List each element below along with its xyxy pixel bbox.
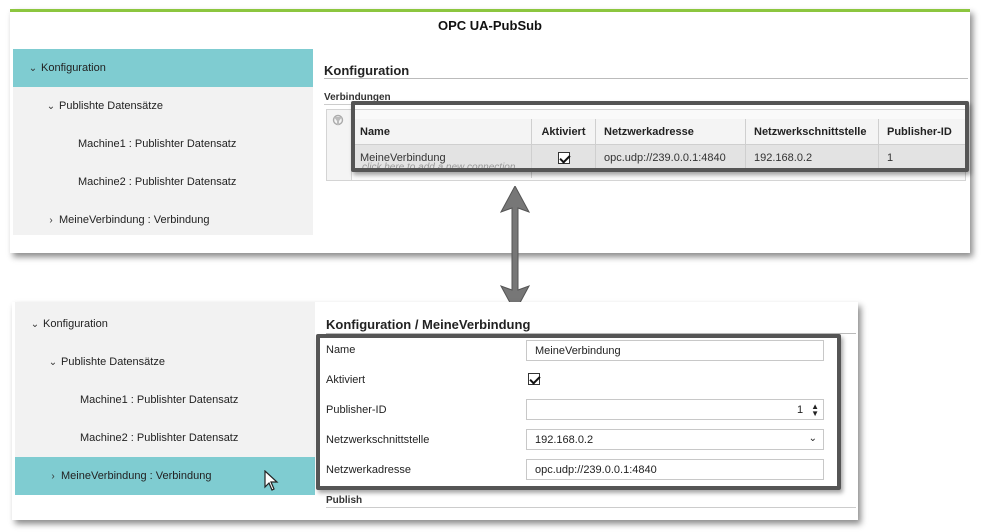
sidebar-item-label: Machine1 : Publishter Datensatz	[78, 138, 237, 150]
sidebar-item-konfiguration[interactable]: ⌄ Konfiguration	[13, 49, 313, 87]
sidebar-item-machine2[interactable]: Machine2 : Publishter Datensatz	[15, 419, 315, 457]
mouse-cursor-icon	[264, 470, 279, 491]
chevron-down-icon: ⌄	[46, 100, 56, 112]
sidebar-item-label: MeineVerbindung : Verbindung	[59, 214, 210, 226]
highlight-frame-grid	[351, 101, 969, 172]
top-sidebar: ⌄ Konfiguration ⌄ Publishte Datensätze M…	[13, 49, 313, 235]
sidebar-item-label: Machine1 : Publishter Datensatz	[80, 394, 239, 406]
sidebar-item-label: Publishte Datensätze	[61, 356, 165, 368]
sidebar-item-label: Machine2 : Publishter Datensatz	[78, 176, 237, 188]
section-label-publish: Publish	[326, 495, 363, 506]
sidebar-item-machine2[interactable]: Machine2 : Publishter Datensatz	[13, 163, 313, 201]
chevron-down-icon: ⌄	[28, 62, 38, 74]
sidebar-item-konfiguration[interactable]: ⌄ Konfiguration	[15, 305, 315, 343]
sidebar-item-machine1[interactable]: Machine1 : Publishter Datensatz	[15, 381, 315, 419]
chevron-down-icon: ⌄	[30, 318, 40, 330]
sidebar-item-publishte-datensaetze[interactable]: ⌄ Publishte Datensätze	[15, 343, 315, 381]
double-arrow-icon	[500, 186, 530, 312]
sidebar-item-label: Konfiguration	[41, 62, 106, 74]
sidebar-item-meineverbindung[interactable]: › MeineVerbindung : Verbindung	[13, 201, 313, 239]
grid-leading-column	[327, 110, 352, 180]
page-title: Konfiguration	[324, 63, 410, 78]
chevron-right-icon: ›	[49, 214, 53, 226]
app-title: OPC UA-PubSub	[438, 18, 542, 33]
filter-icon[interactable]	[332, 114, 346, 128]
highlight-frame-form	[316, 334, 841, 490]
sidebar-item-label: Konfiguration	[43, 318, 108, 330]
sidebar-item-label: Machine2 : Publishter Datensatz	[80, 432, 239, 444]
bottom-sidebar: ⌄ Konfiguration ⌄ Publishte Datensätze M…	[15, 302, 315, 495]
chevron-down-icon: ⌄	[48, 356, 58, 368]
chevron-right-icon: ›	[51, 470, 55, 482]
sidebar-item-publishte-datensaetze[interactable]: ⌄ Publishte Datensätze	[13, 87, 313, 125]
page-title: Konfiguration / MeineVerbindung	[326, 317, 531, 332]
sidebar-item-label: MeineVerbindung : Verbindung	[61, 470, 212, 482]
sidebar-item-machine1[interactable]: Machine1 : Publishter Datensatz	[13, 125, 313, 163]
sidebar-item-label: Publishte Datensätze	[59, 100, 163, 112]
section-divider	[326, 507, 856, 508]
title-divider	[324, 78, 968, 79]
